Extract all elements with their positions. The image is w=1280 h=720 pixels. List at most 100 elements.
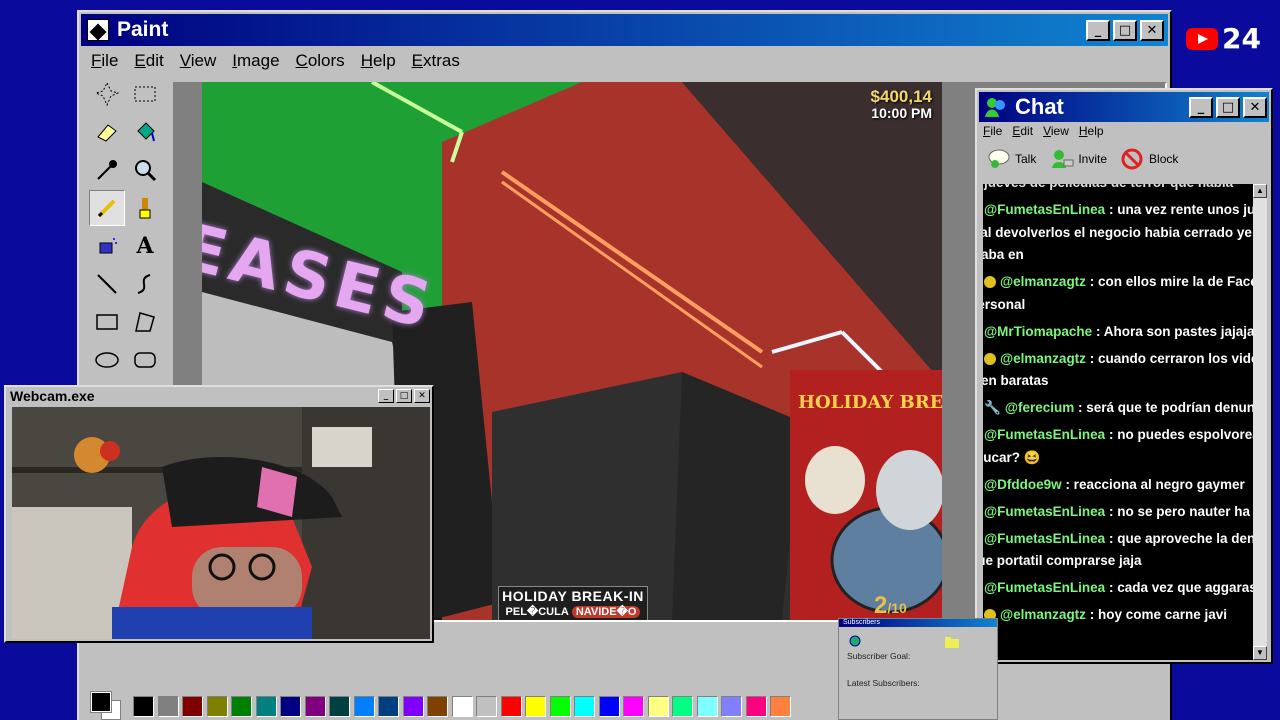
invite-icon — [1052, 150, 1074, 168]
fill-bucket-icon[interactable] — [127, 114, 163, 150]
palette-swatch[interactable] — [329, 696, 350, 717]
rectangle-icon[interactable] — [89, 304, 125, 340]
poster-counter: 2/10 — [874, 592, 907, 619]
block-button[interactable]: Block — [1121, 148, 1178, 170]
chat-username[interactable]: @elmanzagtz — [1000, 607, 1086, 622]
maximize-button[interactable]: □ — [1113, 19, 1137, 41]
webcam-maximize-button[interactable]: □ — [396, 388, 412, 403]
minimize-button[interactable]: _ — [1086, 19, 1110, 41]
rect-select-icon[interactable] — [127, 76, 163, 112]
chat-minimize-button[interactable]: _ — [1189, 96, 1213, 118]
chat-partial-line: ... jueves de películas de terror que ha… — [983, 184, 1261, 195]
palette-swatch[interactable] — [623, 696, 644, 717]
palette-swatch[interactable] — [231, 696, 252, 717]
chat-username[interactable]: @ferecium — [1005, 400, 1074, 415]
chat-menu-edit[interactable]: Edit — [1012, 124, 1033, 142]
webcam-window: Webcam.exe _ □ ✕ — [4, 385, 434, 643]
menu-colors[interactable]: Colors — [296, 51, 345, 71]
chat-username[interactable]: @FumetasEnLinea — [984, 531, 1105, 546]
palette-swatch[interactable] — [427, 696, 448, 717]
free-select-icon[interactable] — [89, 76, 125, 112]
game-money: $400,14 — [870, 87, 932, 106]
brush-icon[interactable] — [127, 190, 163, 226]
webcam-title: Webcam.exe — [10, 387, 95, 404]
palette-swatch[interactable] — [770, 696, 791, 717]
magnifier-icon[interactable] — [127, 152, 163, 188]
palette-swatch[interactable] — [353, 696, 375, 717]
palette-swatch[interactable] — [206, 696, 228, 717]
menu-help[interactable]: Help — [361, 51, 396, 71]
current-colors[interactable] — [87, 688, 127, 720]
line-icon[interactable] — [89, 266, 125, 302]
palette-swatch[interactable] — [255, 696, 277, 717]
ellipse-icon[interactable] — [89, 342, 125, 378]
airbrush-icon[interactable] — [89, 228, 125, 264]
palette-swatch[interactable] — [647, 696, 669, 717]
curve-icon[interactable] — [127, 266, 163, 302]
chat-maximize-button[interactable]: □ — [1216, 96, 1240, 118]
chat-username[interactable]: @FumetasEnLinea — [984, 427, 1105, 442]
palette-swatch[interactable] — [304, 696, 326, 717]
chat-username[interactable]: @MrTiomapache — [984, 324, 1092, 339]
folder-icon — [945, 637, 959, 648]
menu-extras[interactable]: Extras — [412, 51, 460, 71]
webcam-minimize-button[interactable]: _ — [378, 388, 394, 403]
palette-swatch[interactable] — [378, 696, 399, 717]
movie-tag-word2: NAVIDE�O — [571, 606, 641, 618]
paint-titlebar[interactable]: Paint _ □ ✕ — [81, 14, 1168, 46]
polygon-icon[interactable] — [127, 304, 163, 340]
menu-edit[interactable]: Edit — [134, 51, 163, 71]
palette-swatch[interactable] — [402, 696, 424, 717]
menu-file[interactable]: File — [91, 51, 118, 71]
color-picker-icon[interactable] — [89, 152, 125, 188]
chat-menu-view[interactable]: View — [1043, 124, 1069, 142]
chat-username[interactable]: @FumetasEnLinea — [984, 202, 1105, 217]
chat-menu-help[interactable]: Help — [1079, 124, 1104, 142]
chat-message: @elmanzagtz : con ellos mire la de Face … — [983, 271, 1261, 316]
palette-swatch[interactable] — [574, 696, 595, 717]
eraser-icon[interactable] — [89, 114, 125, 150]
palette-swatch[interactable] — [549, 696, 571, 717]
palette-swatch[interactable] — [451, 696, 473, 717]
chat-message-text: : no se pero nauter ha sa — [1108, 503, 1261, 519]
close-button[interactable]: ✕ — [1140, 19, 1164, 41]
palette-swatch[interactable] — [280, 696, 301, 717]
chat-username[interactable]: @elmanzagtz — [1000, 351, 1086, 366]
palette-swatch[interactable] — [476, 696, 497, 717]
palette-swatch[interactable] — [672, 696, 693, 717]
chat-username[interactable]: @elmanzagtz — [1000, 274, 1086, 289]
palette-swatch[interactable] — [157, 696, 179, 717]
menu-image[interactable]: Image — [232, 51, 279, 71]
pencil-icon[interactable] — [89, 190, 125, 226]
text-icon[interactable]: A — [127, 228, 163, 264]
color-palette — [87, 688, 795, 720]
palette-swatch[interactable] — [525, 696, 546, 717]
menu-view[interactable]: View — [180, 51, 217, 71]
palette-swatch[interactable] — [745, 696, 767, 717]
palette-swatch[interactable] — [182, 696, 203, 717]
palette-swatch[interactable] — [133, 696, 154, 717]
talk-button[interactable]: Talk — [987, 148, 1036, 170]
subscriber-goal-label: Subscriber Goal: — [847, 651, 911, 661]
scroll-down-arrow[interactable]: ▼ — [1253, 646, 1267, 660]
chat-menu-file[interactable]: File — [983, 124, 1002, 142]
webcam-close-button[interactable]: ✕ — [414, 388, 430, 403]
palette-swatch[interactable] — [598, 696, 620, 717]
scroll-up-arrow[interactable]: ▲ — [1253, 184, 1267, 198]
member-star-icon — [984, 352, 996, 365]
chat-close-button[interactable]: ✕ — [1243, 96, 1267, 118]
palette-swatch[interactable] — [500, 696, 522, 717]
chat-titlebar[interactable]: Chat _ □ ✕ — [979, 92, 1269, 122]
palette-swatch[interactable] — [721, 696, 742, 717]
chat-username[interactable]: @FumetasEnLinea — [984, 580, 1105, 595]
invite-button[interactable]: Invite — [1050, 148, 1107, 170]
chat-username[interactable]: @Dfddoe9w — [984, 477, 1062, 492]
palette-swatch[interactable] — [696, 696, 718, 717]
webcam-titlebar[interactable]: Webcam.exe _ □ ✕ — [6, 387, 432, 404]
latest-subscribers-label: Latest Subscribers: — [847, 678, 920, 688]
chat-scrollbar[interactable]: ▲ ▼ — [1253, 184, 1267, 660]
rounded-rect-icon[interactable] — [127, 342, 163, 378]
chat-username[interactable]: @FumetasEnLinea — [984, 504, 1105, 519]
chat-message: @elmanzagtz : hoy come carne javi — [983, 604, 1261, 627]
game-time: 10:00 PM — [871, 105, 932, 121]
